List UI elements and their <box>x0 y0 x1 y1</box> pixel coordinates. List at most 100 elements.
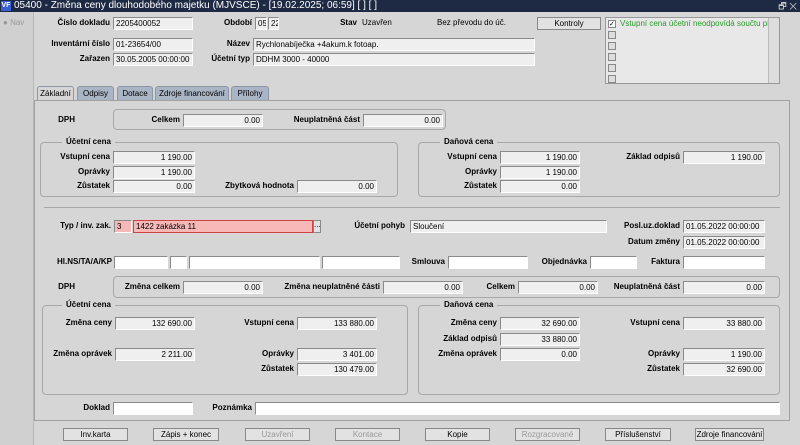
uzavreni-button[interactable]: Uzavření <box>245 428 310 441</box>
message-checkbox[interactable] <box>608 75 616 83</box>
tab-zdroje-financovani[interactable]: Zdroje financování <box>155 86 229 100</box>
zmena-neupl-field[interactable]: 0.00 <box>383 281 463 294</box>
zmena-opravek-label: Změna oprávek <box>53 349 112 358</box>
danova-zmena-ceny-field[interactable]: 32 690.00 <box>500 317 580 330</box>
inv-zakazka-field[interactable]: 1422 zakázka 11 <box>133 220 313 233</box>
objednavka-field[interactable] <box>590 256 637 269</box>
posl-uz-doklad-label: Posl.uz.doklad <box>623 221 680 230</box>
nove-opravky-field[interactable]: 3 401.00 <box>297 348 377 361</box>
nazev-label: Název <box>226 39 250 48</box>
dph-neupl-field[interactable]: 0.00 <box>363 114 443 127</box>
tab-zakladni[interactable]: Základní <box>37 86 74 101</box>
zmena-opravek-field[interactable]: 2 211.00 <box>115 348 195 361</box>
zmena-danova-cena-title: Daňová cena <box>440 300 498 310</box>
poznamka-field[interactable] <box>255 402 780 415</box>
cislo-dokladu-field[interactable]: 2205400052 <box>113 17 193 30</box>
nav-sidebar[interactable] <box>0 12 34 445</box>
typ-field[interactable]: 3 <box>114 220 132 233</box>
message-checkbox[interactable] <box>608 64 616 72</box>
zustatek-label: Zůstatek <box>77 181 110 190</box>
inv-karta-button[interactable]: Inv.karta <box>63 428 128 441</box>
vstupni-cena-label: Vstupní cena <box>60 152 110 161</box>
novy-zustatek-field[interactable]: 130 479.00 <box>297 363 377 376</box>
zbytkova-hodnota-field[interactable]: 0.00 <box>297 180 377 193</box>
danova-vstupni-field[interactable]: 1 190.00 <box>500 151 580 164</box>
obdobi-label: Období <box>224 18 252 27</box>
smlouva-field[interactable] <box>448 256 528 269</box>
datum-zmeny-field[interactable]: 01.05.2022 00:00:00 <box>683 236 765 249</box>
inventarni-cislo-label: Inventární číslo <box>51 39 110 48</box>
smlouva-label: Smlouva <box>411 257 445 266</box>
danova-nova-vstupni-field[interactable]: 33 880.00 <box>683 317 765 330</box>
dph-celkem-field[interactable]: 0.00 <box>183 114 263 127</box>
ucetni-typ-label: Účetní typ <box>211 54 250 63</box>
danova-zaklad-field[interactable]: 33 880.00 <box>500 333 580 346</box>
danova-nove-opravky-field[interactable]: 1 190.00 <box>683 348 765 361</box>
faktura-field[interactable] <box>683 256 765 269</box>
zmena-dph-neupl-label: Neuplatněná část <box>613 282 680 291</box>
nazev-field[interactable]: Rychlonabíječka +4akum.k fotoap. <box>253 38 535 51</box>
zmena-celkem-field[interactable]: 0.00 <box>183 281 263 294</box>
zakazka-lookup-button[interactable]: ... <box>313 220 321 233</box>
message-checkbox[interactable] <box>608 42 616 50</box>
danova-cena-title: Daňová cena <box>440 137 498 147</box>
kopie-button[interactable]: Kopie <box>425 428 490 441</box>
message-scrollbar[interactable] <box>768 18 779 83</box>
danova-zustatek-label: Zůstatek <box>464 181 497 190</box>
zustatek-field[interactable]: 0.00 <box>113 180 195 193</box>
opravky-field[interactable]: 1 190.00 <box>113 166 195 179</box>
zmena-dph-celkem-field[interactable]: 0.00 <box>518 281 598 294</box>
opravky-label: Oprávky <box>77 167 110 176</box>
zarazen-field[interactable]: 30.05.2005 00:00:00 <box>113 53 193 66</box>
posl-uz-doklad-field[interactable]: 01.05.2022 00:00:00 <box>683 220 765 233</box>
rozgracovane-button[interactable]: Rozgracované <box>515 428 580 441</box>
nav-label: Nav <box>10 18 25 27</box>
divider <box>44 207 780 208</box>
nova-vstupni-cena-field[interactable]: 133 880.00 <box>297 317 377 330</box>
zmena-ceny-field[interactable]: 132 690.00 <box>115 317 195 330</box>
nova-vstupni-cena-label: Vstupní cena <box>244 318 294 327</box>
zmena-ucetni-cena-title: Účetní cena <box>62 300 115 310</box>
doklad-label: Doklad <box>83 403 110 412</box>
a-field[interactable] <box>189 256 320 269</box>
zmena-dph-celkem-label: Celkem <box>486 282 515 291</box>
kontroly-message-list[interactable]: ✓ Vstupní cena účetní neodpovídá součtu … <box>605 17 780 84</box>
nav-toggle[interactable]: ● Nav <box>3 18 24 27</box>
message-checkbox[interactable] <box>608 31 616 39</box>
kontace-button[interactable]: Kontace <box>335 428 400 441</box>
danova-opravky-label: Oprávky <box>464 167 497 176</box>
tab-prilohy[interactable]: Přílohy <box>231 86 269 100</box>
poznamka-label: Poznámka <box>212 403 252 412</box>
zmena-dph-neupl-field[interactable]: 0.00 <box>683 281 765 294</box>
danova-zustatek-field[interactable]: 0.00 <box>500 180 580 193</box>
zmena-neupl-label: Změna neuplatněné části <box>284 282 380 291</box>
kontroly-button[interactable]: Kontroly <box>537 17 601 30</box>
zdroje-financovani-button[interactable]: Zdroje financování <box>695 428 764 441</box>
inventarni-cislo-field[interactable]: 01-23654/00 <box>113 38 193 51</box>
zaklad-odpisu-field[interactable]: 1 190.00 <box>683 151 765 164</box>
danova-zmena-opravek-field[interactable]: 0.00 <box>500 348 580 361</box>
dph-neupl-label: Neuplatněná část <box>293 115 360 124</box>
ucetni-pohyb-field[interactable]: Sloučení <box>410 220 607 233</box>
cislo-dokladu-label: Číslo dokladu <box>57 18 110 27</box>
kp-field[interactable] <box>322 256 400 269</box>
prislusenstvi-button[interactable]: Příslušenství <box>605 428 671 441</box>
tab-odpisy[interactable]: Odpisy <box>77 86 114 100</box>
message-checkbox[interactable] <box>608 53 616 61</box>
window-controls[interactable]: 🗗 ✕ <box>778 0 797 12</box>
ta-field[interactable] <box>170 256 187 269</box>
window-title: 05400 - Změna ceny dlouhodobého majetku … <box>14 0 377 11</box>
message-checkbox-checked[interactable]: ✓ <box>608 20 616 28</box>
doklad-field[interactable] <box>113 402 193 415</box>
zmena-celkem-label: Změna celkem <box>124 282 180 291</box>
hlns-field[interactable] <box>114 256 168 269</box>
zapis-konec-button[interactable]: Zápis + konec <box>153 428 219 441</box>
danova-novy-zustatek-field[interactable]: 32 690.00 <box>683 363 765 376</box>
tab-dotace[interactable]: Dotace <box>117 86 153 100</box>
obdobi-year-field[interactable]: 22 <box>268 17 279 30</box>
danova-opravky-field[interactable]: 1 190.00 <box>500 166 580 179</box>
zarazen-label: Zařazen <box>79 54 110 63</box>
obdobi-month-field[interactable]: 05 <box>255 17 267 30</box>
vstupni-cena-field[interactable]: 1 190.00 <box>113 151 195 164</box>
ucetni-typ-field[interactable]: DDHM 3000 - 40000 <box>253 53 535 66</box>
